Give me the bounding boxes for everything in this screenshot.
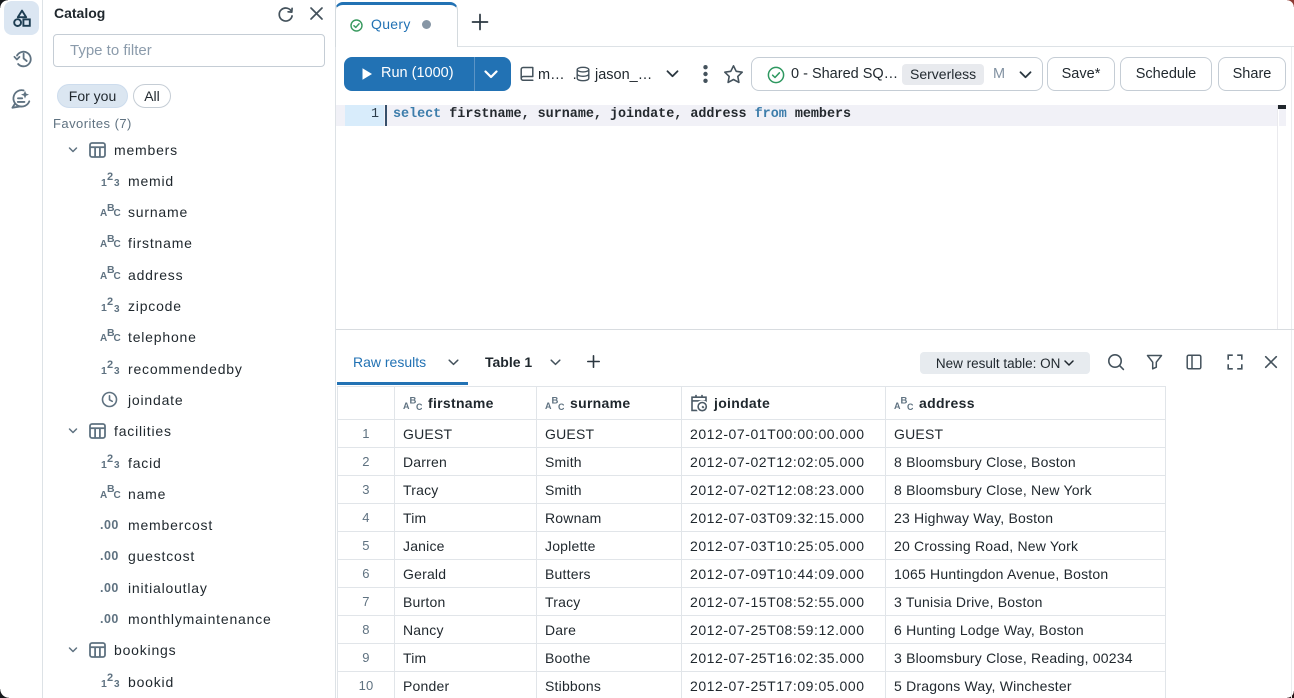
svg-text:C: C bbox=[558, 402, 564, 412]
svg-text:C: C bbox=[416, 402, 422, 412]
svg-text:C: C bbox=[907, 402, 913, 412]
